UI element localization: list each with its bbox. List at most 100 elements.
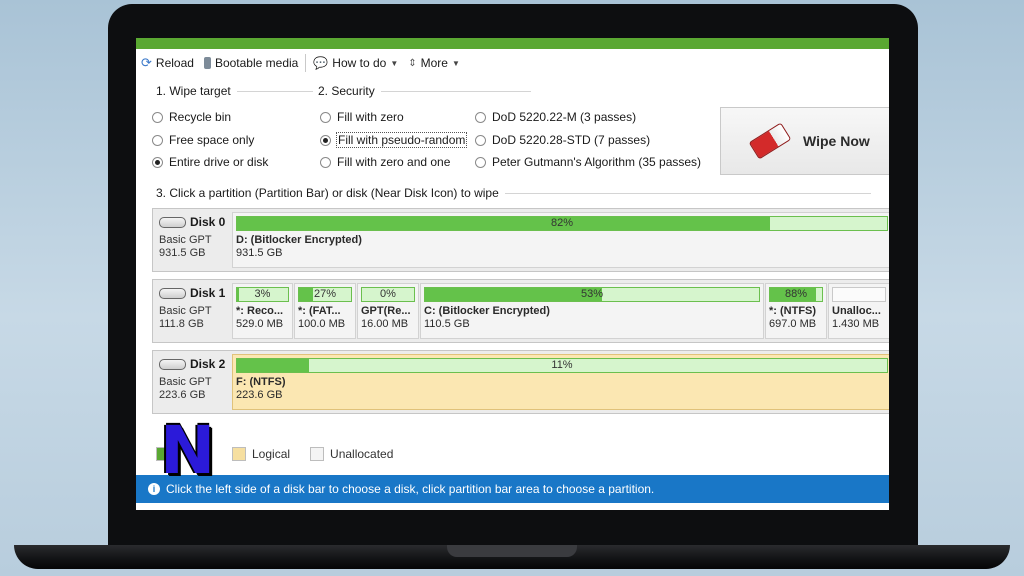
partition-unallocated[interactable]: Unalloc... 1.430 MB <box>828 283 889 339</box>
partition-select-heading: 3. Click a partition (Partition Bar) or … <box>156 186 871 200</box>
partition-size: 1.430 MB <box>832 318 880 330</box>
radio-circle-selected <box>152 156 163 168</box>
section-divider <box>380 90 531 92</box>
partition[interactable]: 53% C: (Bitlocker Encrypted) 110.5 GB <box>420 283 764 339</box>
radio-gutmann-35-passes[interactable]: Peter Gutmann's Algorithm (35 passes) <box>475 155 701 169</box>
usage-bar-fill <box>299 288 314 301</box>
partition[interactable]: 27% *: (FAT... 100.0 MB <box>294 283 356 339</box>
radio-dod-3-passes[interactable]: DoD 5220.22-M (3 passes) <box>475 110 636 124</box>
partition-name: Unalloc... <box>832 305 881 317</box>
disk-info[interactable]: Disk 0 Basic GPT 931.5 GB <box>153 209 231 271</box>
title-accent-bar <box>136 38 889 49</box>
disk-size: 223.6 GB <box>159 389 206 401</box>
partition[interactable]: 82% D: (Bitlocker Encrypted) 931.5 GB <box>232 212 889 268</box>
security-heading: 2. Security <box>318 84 531 98</box>
expand-icon: ⇕ <box>408 57 417 69</box>
partition-name: *: Reco... <box>236 305 284 317</box>
disk-name: Disk 1 <box>190 286 226 300</box>
radio-free-space[interactable]: Free space only <box>152 133 254 147</box>
more-button[interactable]: ⇕ More ▼ <box>403 56 465 70</box>
radio-circle-selected <box>320 134 331 146</box>
disk-type: Basic GPT <box>159 305 212 317</box>
partition-size: 100.0 MB <box>298 318 346 330</box>
usage-bar-fill <box>425 288 603 301</box>
legend-unallocated-swatch <box>310 447 325 461</box>
legend-logical-swatch <box>232 447 246 461</box>
usage-bar: 0% <box>361 287 415 302</box>
partition[interactable]: 3% *: Reco... 529.0 MB <box>232 283 293 339</box>
partition[interactable]: 88% *: (NTFS) 697.0 MB <box>765 283 827 339</box>
partition-size: 16.00 MB <box>361 318 409 330</box>
radio-circle <box>320 111 331 123</box>
usage-percent: 11% <box>551 359 573 371</box>
usage-percent: 82% <box>550 217 574 229</box>
radio-circle <box>475 111 486 123</box>
chevron-down-icon: ▼ <box>390 58 399 68</box>
partition-name: D: (Bitlocker Encrypted) <box>236 234 362 246</box>
usage-bar: 88% <box>769 287 823 302</box>
radio-circle <box>152 111 163 123</box>
usage-bar: 3% <box>236 287 289 302</box>
disk-row-2[interactable]: Disk 2 Basic GPT 223.6 GB 11% F: (NTFS) … <box>152 350 889 414</box>
radio-fill-zero-one[interactable]: Fill with zero and one <box>320 155 450 169</box>
app-window: ⟳ Reload Bootable media 💬 How to do ▼ ⇕ … <box>136 38 889 510</box>
reload-button[interactable]: ⟳ Reload <box>136 55 199 71</box>
partition[interactable]: 0% GPT(Re... 16.00 MB <box>357 283 419 339</box>
radio-circle <box>475 134 486 146</box>
partition-selected[interactable]: 11% F: (NTFS) 223.6 GB <box>232 354 889 410</box>
partition-name: C: (Bitlocker Encrypted) <box>424 305 550 317</box>
status-text: Click the left side of a disk bar to cho… <box>166 482 655 496</box>
usage-bar-fill <box>237 217 770 230</box>
disk-name: Disk 0 <box>190 215 226 229</box>
legend-unallocated-label: Unallocated <box>330 447 394 461</box>
toolbar-separator <box>305 54 307 72</box>
disk-type: Basic GPT <box>159 234 212 246</box>
partition-size: 697.0 MB <box>769 318 817 330</box>
partition-size: 223.6 GB <box>236 389 283 401</box>
wipe-target-heading: 1. Wipe target <box>156 84 313 98</box>
disk-size: 931.5 GB <box>159 247 206 259</box>
partition-size: 110.5 GB <box>424 318 470 330</box>
info-icon: i <box>148 483 160 495</box>
disk-row-1[interactable]: Disk 1 Basic GPT 111.8 GB 3% *: Reco... … <box>152 279 889 343</box>
partition-size: 931.5 GB <box>236 247 283 259</box>
partition-name: *: (NTFS) <box>769 305 817 317</box>
usage-bar-fill <box>237 288 239 301</box>
disk-type: Basic GPT <box>159 376 212 388</box>
usage-bar: 27% <box>298 287 352 302</box>
radio-entire-drive[interactable]: Entire drive or disk <box>152 155 268 169</box>
reload-icon: ⟳ <box>141 55 152 70</box>
disk-name: Disk 2 <box>190 357 226 371</box>
chevron-down-icon: ▼ <box>451 58 460 68</box>
toolbar: ⟳ Reload Bootable media 💬 How to do ▼ ⇕ … <box>136 51 889 75</box>
status-bar: i Click the left side of a disk bar to c… <box>136 475 889 503</box>
disk-row-0[interactable]: Disk 0 Basic GPT 931.5 GB 82% D: (Bitloc… <box>152 208 889 272</box>
usage-percent: 88% <box>784 288 808 300</box>
chat-bubble-icon: 💬 <box>313 56 329 70</box>
bootable-media-button[interactable]: Bootable media <box>199 56 303 70</box>
hard-drive-icon <box>159 358 186 370</box>
partition-size: 529.0 MB <box>236 318 284 330</box>
radio-dod-7-passes[interactable]: DoD 5220.28-STD (7 passes) <box>475 133 650 147</box>
disk-info[interactable]: Disk 1 Basic GPT 111.8 GB <box>153 280 231 342</box>
usage-bar <box>832 287 886 302</box>
channel-logo: N <box>160 412 216 489</box>
radio-circle <box>152 134 163 146</box>
section-divider <box>236 90 313 92</box>
usage-bar-fill <box>237 359 309 372</box>
disk-size: 111.8 GB <box>159 318 204 330</box>
eraser-icon <box>748 122 792 160</box>
usage-bar: 11% <box>236 358 888 373</box>
disk-info[interactable]: Disk 2 Basic GPT 223.6 GB <box>153 351 231 413</box>
how-to-do-button[interactable]: 💬 How to do ▼ <box>308 56 403 70</box>
usage-percent: 0% <box>380 288 396 300</box>
radio-fill-pseudo-random[interactable]: Fill with pseudo-random <box>320 132 468 148</box>
radio-recycle-bin[interactable]: Recycle bin <box>152 110 231 124</box>
usage-percent: 27% <box>313 288 337 300</box>
wipe-now-button[interactable]: Wipe Now <box>720 107 889 175</box>
partition-name: GPT(Re... <box>361 305 411 317</box>
hard-drive-icon <box>159 216 186 228</box>
radio-fill-zero[interactable]: Fill with zero <box>320 110 404 124</box>
usb-icon <box>203 57 211 69</box>
legend-logical-label: Logical <box>252 447 291 461</box>
